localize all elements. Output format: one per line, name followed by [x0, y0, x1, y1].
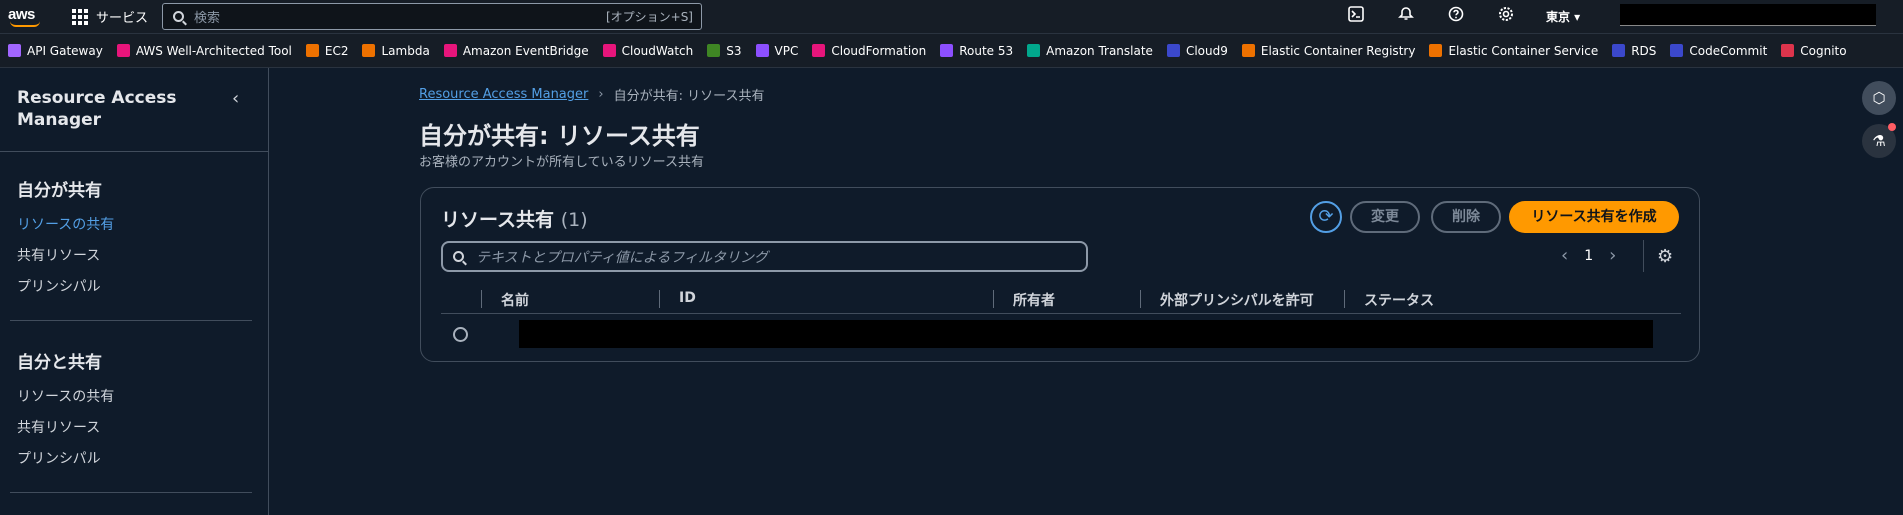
favorite-link[interactable]: Cloud9 — [1166, 44, 1228, 58]
sidebar-section-shared-with-me: 自分と共有 — [17, 353, 102, 373]
service-icon — [1429, 44, 1443, 57]
page-title: 自分が共有: リソース共有 — [419, 122, 700, 150]
hexagon-icon[interactable]: ⬡ — [1862, 81, 1896, 115]
chevron-left-icon[interactable]: ‹ — [1561, 245, 1568, 266]
sidebar-item-shared-resources-2[interactable]: 共有リソース — [17, 417, 100, 437]
breadcrumb-root-link[interactable]: Resource Access Manager — [419, 87, 588, 102]
modify-button[interactable]: 変更 — [1350, 201, 1420, 233]
chevron-right-icon[interactable]: › — [1609, 245, 1616, 266]
aws-logo[interactable]: aws — [8, 4, 42, 28]
filter-input[interactable]: テキストとプロパティ値によるフィルタリング — [441, 241, 1088, 272]
sidebar-item-resource-shares-2[interactable]: リソースの共有 — [17, 386, 114, 406]
service-icon — [1241, 44, 1255, 57]
favorite-link[interactable]: EC2 — [305, 44, 348, 58]
service-icon — [305, 44, 319, 57]
favorite-link[interactable]: CloudWatch — [602, 44, 693, 58]
help-icon[interactable] — [1446, 6, 1466, 26]
service-icon — [1670, 44, 1684, 57]
pagination: ‹ 1 › — [1561, 245, 1616, 266]
bell-icon[interactable] — [1396, 6, 1416, 26]
cloudshell-icon[interactable] — [1346, 6, 1366, 26]
favorite-link[interactable]: Cognito — [1781, 44, 1847, 58]
favorite-link[interactable]: Elastic Container Service — [1429, 44, 1598, 58]
redacted-row-content — [519, 320, 1653, 348]
resource-shares-panel: リソース共有 (1) ⟳ 変更 削除 リソース共有を作成 テキストとプロパティ値… — [420, 187, 1700, 362]
sidebar-item-resource-shares[interactable]: リソースの共有 — [17, 214, 114, 234]
service-icon — [1781, 44, 1795, 57]
favorite-link[interactable]: CodeCommit — [1670, 44, 1767, 58]
favorites-bar: API Gateway AWS Well-Architected Tool EC2 L… — [0, 33, 1903, 68]
page-number[interactable]: 1 — [1584, 248, 1593, 264]
page-subtitle: お客様のアカウントが所有しているリソース共有 — [419, 155, 704, 170]
refresh-icon[interactable]: ⟳ — [1310, 201, 1342, 233]
favorite-link[interactable]: Amazon EventBridge — [443, 44, 589, 58]
service-icon — [362, 44, 376, 57]
favorite-link[interactable]: S3 — [707, 44, 742, 58]
service-icon — [116, 44, 130, 57]
favorite-link[interactable]: AWS Well-Architected Tool — [116, 44, 292, 58]
favorite-link[interactable]: Route 53 — [940, 44, 1013, 58]
service-icon — [1166, 44, 1180, 57]
delete-button[interactable]: 削除 — [1431, 201, 1501, 233]
breadcrumb: Resource Access Manager › 自分が共有: リソース共有 — [419, 85, 764, 104]
row-radio[interactable] — [453, 327, 468, 342]
panel-title: リソース共有 (1) — [441, 209, 588, 231]
favorite-link[interactable]: API Gateway — [8, 44, 103, 58]
favorite-link[interactable]: Lambda — [362, 44, 430, 58]
service-icon — [1612, 44, 1626, 57]
sidebar-item-shared-resources[interactable]: 共有リソース — [17, 245, 100, 265]
column-header-name[interactable]: 名前 — [501, 290, 529, 310]
chevron-right-icon: › — [598, 87, 604, 102]
top-navigation: aws サービス 検索 [オプション+S] 東京 ▾ — [0, 0, 1903, 33]
table-settings-gear-icon[interactable]: ⚙ — [1657, 246, 1673, 267]
create-resource-share-button[interactable]: リソース共有を作成 — [1509, 201, 1679, 233]
table-header: 名前 ID 所有者 外部プリンシパルを許可 ステータス — [441, 284, 1681, 314]
search-icon — [453, 251, 464, 262]
search-icon — [173, 11, 184, 22]
global-search-input[interactable]: 検索 [オプション+S] — [162, 3, 702, 30]
grid-icon — [72, 8, 88, 25]
favorite-link[interactable]: RDS — [1612, 44, 1656, 58]
sidebar: Resource Access Manager ‹ 自分が共有 リソースの共有 … — [0, 68, 269, 515]
notification-dot — [1888, 123, 1896, 131]
chevron-left-icon[interactable]: ‹ — [232, 88, 239, 109]
sidebar-title: Resource Access Manager — [17, 88, 177, 130]
column-header-allow-external[interactable]: 外部プリンシパルを許可 — [1160, 290, 1314, 310]
panel-count: (1) — [560, 209, 588, 231]
column-header-status[interactable]: ステータス — [1364, 290, 1434, 310]
service-icon — [940, 44, 954, 57]
service-icon — [755, 44, 769, 57]
service-icon — [812, 44, 826, 57]
table-row[interactable] — [441, 316, 1681, 352]
service-icon — [8, 44, 21, 57]
service-icon — [602, 44, 616, 57]
sidebar-item-principals[interactable]: プリンシパル — [17, 276, 101, 296]
service-icon — [707, 44, 721, 57]
account-menu[interactable] — [1620, 4, 1876, 26]
sidebar-section-shared-by-me: 自分が共有 — [17, 181, 102, 201]
service-icon — [443, 44, 457, 57]
favorite-link[interactable]: VPC — [755, 44, 798, 58]
gear-icon[interactable] — [1496, 6, 1516, 26]
services-menu-button[interactable]: サービス — [72, 7, 148, 26]
favorite-link[interactable]: CloudFormation — [812, 44, 926, 58]
favorite-link[interactable]: Elastic Container Registry — [1241, 44, 1415, 58]
region-selector[interactable]: 東京 ▾ — [1546, 8, 1580, 25]
column-header-id[interactable]: ID — [679, 290, 696, 306]
breadcrumb-current: 自分が共有: リソース共有 — [613, 89, 765, 104]
service-icon — [1027, 44, 1041, 57]
column-header-owner[interactable]: 所有者 — [1013, 290, 1055, 310]
sidebar-item-principals-2[interactable]: プリンシパル — [17, 448, 101, 468]
favorite-link[interactable]: Amazon Translate — [1027, 44, 1153, 58]
